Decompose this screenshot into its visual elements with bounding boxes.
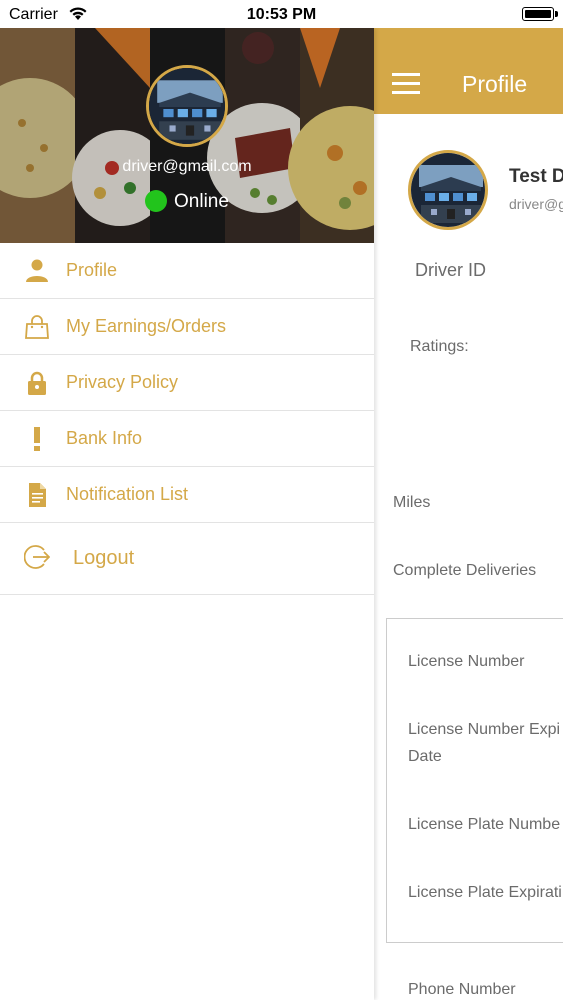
menu-item-bank-info[interactable]: Bank Info xyxy=(0,411,374,467)
phone-number-label: Phone Number xyxy=(408,981,516,998)
navigation-drawer: driver@gmail.com Online Profile My Earni… xyxy=(0,28,374,1000)
cockpit-photo xyxy=(411,153,485,227)
person-icon xyxy=(26,259,48,282)
shopping-bag-icon xyxy=(25,315,49,339)
license-plate-expiration-label: License Plate Expirati xyxy=(408,884,562,901)
hamburger-menu-icon[interactable] xyxy=(392,73,420,95)
menu-label-notification-list: Notification List xyxy=(66,484,189,504)
logout-icon xyxy=(24,545,50,569)
menu-label-privacy-policy: Privacy Policy xyxy=(66,372,179,392)
online-status-label: Online xyxy=(174,191,229,212)
menu-item-profile[interactable]: Profile xyxy=(0,243,374,299)
menu-label-profile: Profile xyxy=(66,260,118,280)
menu-label-bank-info: Bank Info xyxy=(66,428,143,448)
profile-screen: Profile Test D driver@g Driver ID Rating… xyxy=(374,28,563,1000)
menu-item-notification-list[interactable]: Notification List xyxy=(0,467,374,523)
license-expiry-label: License Number Expi xyxy=(408,721,561,738)
license-plate-number-label: License Plate Numbe xyxy=(408,816,561,833)
driver-id-label: Driver ID xyxy=(415,260,486,280)
profile-avatar xyxy=(408,150,488,230)
profile-header: Profile xyxy=(374,28,563,114)
license-expiry-label-line2: Date xyxy=(408,748,442,765)
menu-item-logout[interactable]: Logout xyxy=(0,523,374,595)
menu-item-privacy-policy[interactable]: Privacy Policy xyxy=(0,355,374,411)
profile-title: Profile xyxy=(462,71,528,97)
license-number-label: License Number xyxy=(408,653,525,670)
miles-label: Miles xyxy=(393,494,431,511)
battery-icon xyxy=(522,7,558,21)
drawer-header: driver@gmail.com Online xyxy=(0,28,374,243)
menu-label-earnings-orders: My Earnings/Orders xyxy=(66,316,227,336)
ratings-label: Ratings: xyxy=(410,338,469,355)
drawer-email: driver@gmail.com xyxy=(122,158,252,175)
drawer-menu: Profile My Earnings/Orders Privacy Polic… xyxy=(0,243,374,595)
license-info-box: License Number License Number Expi Date … xyxy=(386,618,563,943)
drawer-avatar xyxy=(146,65,228,147)
profile-name: Test D xyxy=(509,166,563,187)
online-status-dot xyxy=(145,190,167,212)
document-icon xyxy=(29,483,46,507)
menu-item-earnings-orders[interactable]: My Earnings/Orders xyxy=(0,299,374,355)
status-bar: Carrier 10:53 PM xyxy=(0,0,563,28)
clock: 10:53 PM xyxy=(246,6,317,23)
lock-icon xyxy=(28,371,46,395)
profile-email: driver@g xyxy=(509,196,563,212)
menu-label-logout: Logout xyxy=(73,547,135,569)
complete-deliveries-label: Complete Deliveries xyxy=(393,562,537,579)
exclamation-icon xyxy=(34,427,40,451)
